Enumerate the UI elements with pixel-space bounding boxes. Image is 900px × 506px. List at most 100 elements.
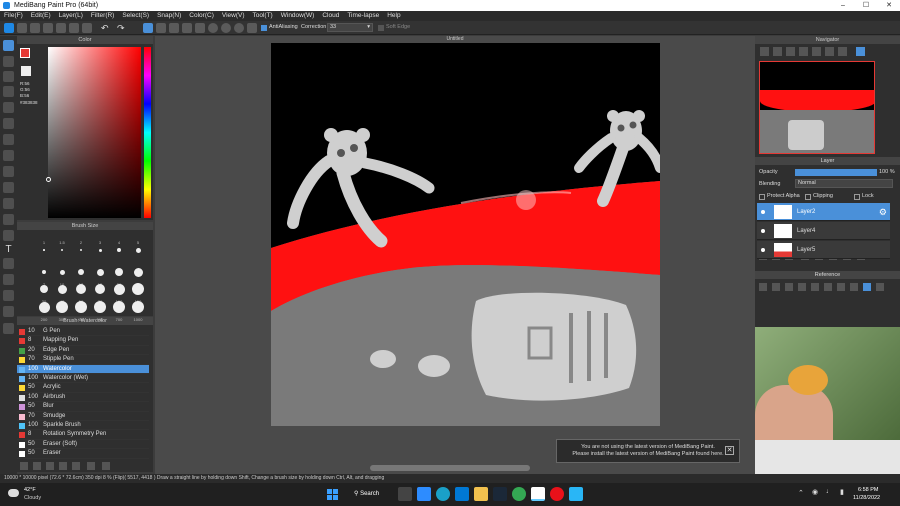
menu-item-8[interactable]: Tool(T) bbox=[249, 11, 277, 21]
reset-rotate-icon[interactable] bbox=[838, 47, 847, 56]
brush-size-dot[interactable] bbox=[42, 270, 46, 274]
zoom-app-icon[interactable] bbox=[417, 487, 431, 501]
transparent-swatch[interactable] bbox=[21, 66, 31, 76]
reference-cloud-icon[interactable] bbox=[785, 283, 793, 291]
brush-size-dot[interactable] bbox=[94, 301, 106, 313]
update-notice[interactable]: You are not using the latest version of … bbox=[556, 439, 740, 463]
reference-eyedropper-icon[interactable] bbox=[850, 283, 858, 291]
select-pen-icon[interactable] bbox=[3, 214, 14, 225]
flip-icon[interactable] bbox=[856, 47, 865, 56]
magic-wand-icon[interactable] bbox=[3, 198, 14, 209]
file-explorer-icon[interactable] bbox=[474, 487, 488, 501]
battery-icon[interactable]: ▮ bbox=[840, 488, 844, 496]
divide-tool-icon[interactable] bbox=[3, 274, 14, 285]
lock-checkbox[interactable] bbox=[854, 194, 860, 200]
save-cloud-icon[interactable] bbox=[30, 23, 40, 33]
eraser-tool-icon[interactable] bbox=[3, 56, 14, 67]
layer-row[interactable]: Layer2 ⚙ bbox=[757, 203, 890, 221]
zoom-out-icon[interactable] bbox=[773, 47, 782, 56]
layer-row[interactable]: Layer5 bbox=[757, 241, 890, 259]
menu-item-4[interactable]: Select(S) bbox=[118, 11, 153, 21]
snap-off-icon[interactable] bbox=[182, 23, 192, 33]
brush-item[interactable]: 100 Watercolor (Wet) bbox=[17, 374, 149, 384]
snap-parallel-icon[interactable] bbox=[195, 23, 205, 33]
brush-size-dot[interactable] bbox=[133, 267, 143, 277]
layer-settings-icon[interactable]: ⚙ bbox=[879, 206, 887, 218]
fit-icon[interactable] bbox=[786, 47, 795, 56]
correction-select[interactable]: 33 ▾ bbox=[327, 23, 373, 32]
rotate-right-icon[interactable] bbox=[825, 47, 834, 56]
color-picker-cursor[interactable] bbox=[46, 177, 51, 182]
eyedropper-tool-icon[interactable] bbox=[3, 290, 14, 301]
brush-size-dot[interactable] bbox=[115, 268, 123, 276]
actual-size-icon[interactable] bbox=[799, 47, 808, 56]
brush-settings-icon[interactable] bbox=[87, 462, 95, 470]
dot-tool-icon[interactable] bbox=[3, 86, 14, 97]
reference-settings-icon[interactable] bbox=[876, 283, 884, 291]
visibility-icon[interactable] bbox=[761, 210, 765, 214]
menu-item-9[interactable]: Window(W) bbox=[277, 11, 319, 21]
brush-size-dot[interactable] bbox=[78, 269, 84, 275]
brush-copy-icon[interactable] bbox=[33, 462, 41, 470]
undo-icon[interactable]: ↶ bbox=[101, 23, 111, 33]
brush-item[interactable]: 50 Eraser bbox=[17, 449, 149, 459]
brush-item[interactable]: 50 Eraser (Soft) bbox=[17, 440, 149, 450]
brush-item[interactable]: 20 Edge Pen bbox=[17, 346, 149, 356]
menu-item-0[interactable]: File(F) bbox=[0, 11, 27, 21]
brush-size-dot[interactable] bbox=[132, 283, 144, 295]
antialias-checkbox[interactable] bbox=[261, 25, 267, 31]
brush-item[interactable]: 70 Smudge bbox=[17, 412, 149, 421]
snap-settings-icon[interactable] bbox=[247, 23, 257, 33]
menu-item-5[interactable]: Snap(N) bbox=[153, 11, 185, 21]
redo-icon[interactable]: ↷ bbox=[117, 23, 127, 33]
brush-delete-icon[interactable] bbox=[102, 462, 110, 470]
new-file-icon[interactable] bbox=[4, 23, 14, 33]
brush-size-dot[interactable] bbox=[56, 301, 68, 313]
weather-icon[interactable] bbox=[8, 489, 19, 497]
brush-size-dot[interactable] bbox=[98, 248, 102, 252]
brush-size-dot[interactable] bbox=[76, 284, 86, 294]
menu-item-3[interactable]: Filter(R) bbox=[87, 11, 118, 21]
reference-fit-icon[interactable] bbox=[837, 283, 845, 291]
foreground-color-swatch[interactable] bbox=[20, 48, 30, 58]
menu-item-11[interactable]: Time-lapse bbox=[343, 11, 383, 21]
windows-icon[interactable] bbox=[455, 487, 469, 501]
brush-size-dot[interactable] bbox=[38, 301, 50, 313]
edge-icon[interactable] bbox=[436, 487, 450, 501]
canvas-tab[interactable]: Untitled bbox=[305, 36, 605, 43]
rotate-left-icon[interactable] bbox=[812, 47, 821, 56]
save-icon[interactable] bbox=[43, 23, 53, 33]
brush-size-dot[interactable] bbox=[75, 301, 87, 313]
minimize-button[interactable]: – bbox=[832, 0, 854, 11]
drawing-canvas[interactable] bbox=[271, 43, 660, 426]
brush-size-dot[interactable] bbox=[95, 284, 105, 294]
brush-item[interactable]: 8 Mapping Pen bbox=[17, 336, 149, 346]
brush-item[interactable]: 8 Rotation Symmetry Pen bbox=[17, 430, 149, 440]
visibility-icon[interactable] bbox=[761, 248, 765, 252]
hand-tool-icon[interactable] bbox=[3, 323, 14, 334]
brush-item[interactable]: 50 Blur bbox=[17, 402, 149, 412]
notes-app-icon[interactable] bbox=[569, 487, 583, 501]
menu-item-1[interactable]: Edit(E) bbox=[27, 11, 55, 21]
add-brush-icon[interactable] bbox=[20, 462, 28, 470]
brush-size-dot[interactable] bbox=[132, 301, 144, 313]
reference-folder-icon[interactable] bbox=[772, 283, 780, 291]
snap-circle-icon[interactable] bbox=[208, 23, 218, 33]
gradient-tool-icon[interactable] bbox=[3, 150, 14, 161]
snap-focus-icon[interactable] bbox=[234, 23, 244, 33]
navigator-preview[interactable] bbox=[759, 61, 875, 154]
brush-size-dot[interactable] bbox=[113, 283, 125, 295]
operation-tool-icon[interactable] bbox=[3, 258, 14, 269]
menu-item-7[interactable]: View(V) bbox=[218, 11, 249, 21]
wifi-icon[interactable]: ◉ bbox=[812, 488, 818, 496]
text-tool-icon[interactable]: T bbox=[3, 244, 14, 255]
hue-slider[interactable] bbox=[144, 47, 151, 218]
clock-time[interactable]: 6:58 PM bbox=[858, 487, 878, 493]
brush-size-dot[interactable] bbox=[40, 285, 48, 293]
reference-zoom-out-icon[interactable] bbox=[824, 283, 832, 291]
brush-size-dot[interactable] bbox=[96, 268, 104, 276]
opera-icon[interactable] bbox=[550, 487, 564, 501]
reference-open-icon[interactable] bbox=[759, 283, 767, 291]
brush-size-dot[interactable] bbox=[117, 248, 121, 252]
brush-item[interactable]: 50 Acrylic bbox=[17, 383, 149, 393]
